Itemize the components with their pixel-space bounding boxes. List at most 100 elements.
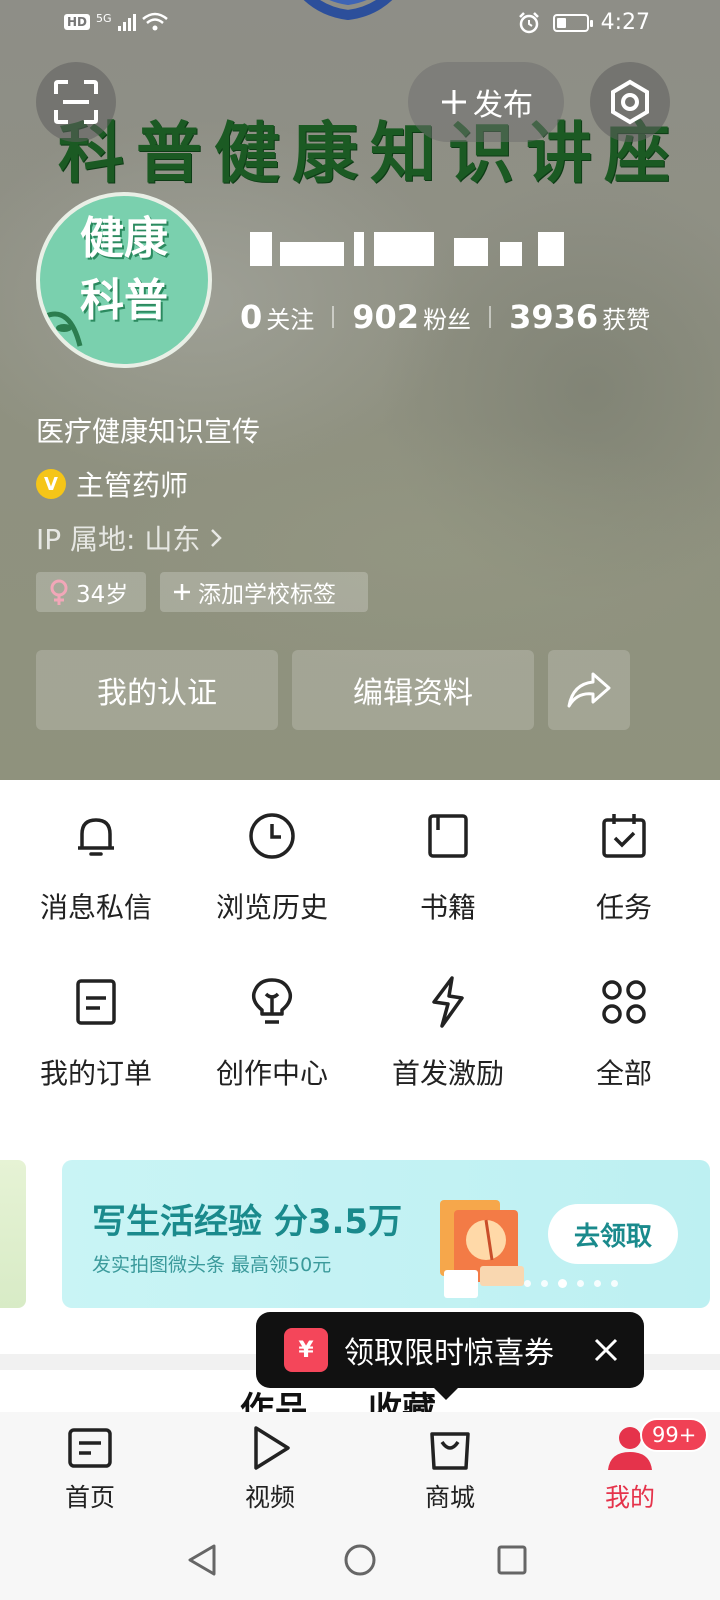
settings-button[interactable]: [590, 62, 670, 142]
close-icon[interactable]: [590, 1334, 622, 1366]
home-doc-icon: [68, 1428, 112, 1468]
stat-followers[interactable]: 902 粉丝: [352, 298, 471, 336]
settings-icon: [611, 79, 649, 125]
menu-label: 全部: [595, 1057, 652, 1090]
clock-time: 4:27: [600, 10, 650, 35]
tab-mall[interactable]: 商城: [390, 1424, 510, 1514]
tab-video[interactable]: 视频: [210, 1424, 330, 1514]
scan-icon: [54, 80, 98, 124]
book-icon: [428, 814, 468, 858]
red-envelope-icon: ¥: [284, 1328, 328, 1372]
status-bar: HD 5G 4:27: [0, 0, 720, 48]
order-icon: [76, 979, 116, 1025]
menu-label: 首发激励: [391, 1057, 504, 1090]
coupon-tooltip[interactable]: ¥ 领取限时惊喜券: [256, 1312, 644, 1400]
plus-icon: [174, 584, 190, 600]
carousel-dots: [524, 1279, 618, 1288]
divider: [332, 306, 335, 328]
share-button[interactable]: [548, 650, 630, 730]
stat-likes[interactable]: 3936 获赞: [509, 298, 650, 336]
age-tag[interactable]: 34岁: [36, 572, 146, 612]
stat-value: 0: [240, 298, 263, 336]
stat-label: 粉丝: [423, 306, 472, 334]
menu-label: 浏览历史: [215, 891, 328, 924]
stat-following[interactable]: 0 关注: [240, 298, 314, 336]
menu-tasks[interactable]: 任务: [536, 808, 712, 948]
wifi-icon: [141, 12, 168, 31]
verified-badge-icon: V: [36, 469, 66, 499]
age-text: 34岁: [76, 582, 129, 608]
menu-label: 书籍: [419, 891, 476, 924]
banner-title: 科普健康知识讲座: [58, 114, 682, 192]
stat-label: 获赞: [602, 306, 651, 334]
menu-first-release-reward[interactable]: 首发激励: [360, 974, 536, 1114]
menu-messages[interactable]: 消息私信: [8, 808, 184, 948]
menu-books[interactable]: 书籍: [360, 808, 536, 948]
profile-bio: 医疗健康知识宣传: [36, 415, 261, 448]
tab-home[interactable]: 首页: [30, 1424, 150, 1514]
promo-title: 写生活经验 分3.5万: [92, 1202, 403, 1242]
menu-all[interactable]: 全部: [536, 974, 712, 1114]
play-icon: [254, 1426, 290, 1470]
share-icon: [567, 672, 611, 708]
profile-header: 科普健康知识讲座 HD 5G 4:27 发布 健康 科普 0 关注 902 粉丝…: [0, 0, 720, 780]
female-icon: [50, 579, 68, 605]
avatar[interactable]: 健康 科普: [36, 192, 212, 368]
profile-actions: 我的认证 编辑资料: [36, 650, 630, 730]
menu-label: 任务: [595, 891, 652, 924]
promo-subtitle: 发实拍图微头条 最高领50元: [92, 1254, 332, 1276]
ip-location[interactable]: IP 属地: 山东: [36, 518, 224, 558]
claim-button[interactable]: 去领取: [548, 1204, 678, 1264]
divider: [489, 306, 492, 328]
stat-value: 3936: [509, 298, 599, 336]
coupon-tooltip-text: 领取限时惊喜券: [344, 1336, 554, 1371]
notification-badge: 99+: [640, 1418, 709, 1452]
profile-tags: 34岁 添加学校标签: [36, 572, 368, 612]
my-certification-button[interactable]: 我的认证: [36, 650, 278, 730]
profile-stats: 0 关注 902 粉丝 3936 获赞: [240, 298, 650, 336]
recents-icon[interactable]: [494, 1542, 530, 1578]
edit-profile-button[interactable]: 编辑资料: [292, 650, 534, 730]
hd-indicator: HD: [64, 14, 91, 30]
stat-value: 902: [352, 298, 420, 336]
calendar-check-icon: [602, 814, 646, 858]
stat-label: 关注: [266, 306, 315, 334]
promo-banner[interactable]: 写生活经验 分3.5万 发实拍图微头条 最高领50元 去领取: [62, 1160, 710, 1308]
ip-location-text: IP 属地: 山东: [36, 523, 201, 556]
back-icon[interactable]: [184, 1542, 220, 1578]
menu-history[interactable]: 浏览历史: [184, 808, 360, 948]
add-school-tag-label: 添加学校标签: [198, 582, 336, 608]
tab-label: 商城: [424, 1483, 475, 1512]
tab-label: 首页: [64, 1483, 115, 1512]
verification-row: V 主管药师: [36, 464, 188, 504]
username-redacted: [250, 232, 570, 266]
shopping-bag-icon: [430, 1432, 470, 1470]
menu-orders[interactable]: 我的订单: [8, 974, 184, 1114]
alarm-icon: [518, 11, 539, 33]
bell-icon: [78, 818, 114, 856]
publish-button[interactable]: 发布: [408, 62, 564, 142]
tab-label: 我的: [604, 1483, 655, 1512]
battery-icon: [552, 13, 593, 32]
network-type: 5G: [96, 12, 112, 25]
scan-button[interactable]: [36, 62, 116, 142]
menu-creator-center[interactable]: 创作中心: [184, 974, 360, 1114]
leaf-decoration-icon: [45, 311, 199, 363]
verification-title: 主管药师: [76, 469, 189, 502]
lightning-icon: [432, 976, 464, 1028]
chevron-right-icon: [211, 529, 223, 547]
clock-icon: [249, 813, 295, 859]
grid-icon: [602, 980, 646, 1024]
menu-label: 创作中心: [215, 1057, 328, 1090]
promo-illustration-icon: [440, 1200, 524, 1298]
tab-label: 视频: [244, 1483, 295, 1512]
system-navigation-bar: [0, 1520, 720, 1600]
publish-label: 发布: [473, 88, 533, 123]
promo-previous-peek[interactable]: [0, 1160, 26, 1308]
menu-label: 消息私信: [39, 891, 152, 924]
menu-label: 我的订单: [39, 1057, 152, 1090]
lightbulb-icon: [251, 978, 293, 1024]
home-icon[interactable]: [342, 1542, 378, 1578]
signal-icon: [117, 13, 136, 31]
add-school-tag-button[interactable]: 添加学校标签: [160, 572, 368, 612]
